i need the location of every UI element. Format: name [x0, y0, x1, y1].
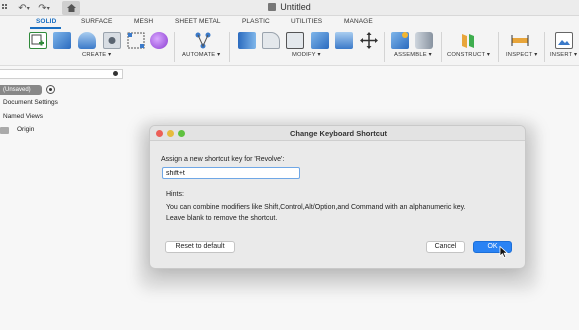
- browser-panel: (Unsaved) Document Settings Named Views …: [0, 66, 137, 146]
- tab-mesh[interactable]: MESH: [134, 18, 153, 25]
- tab-solid[interactable]: SOLID: [36, 18, 56, 25]
- move-copy-icon[interactable]: [360, 32, 378, 49]
- window-title: Untitled: [0, 2, 579, 12]
- dialog-titlebar[interactable]: Change Keyboard Shortcut: [150, 126, 525, 141]
- change-shortcut-dialog: Change Keyboard Shortcut Assign a new sh…: [149, 125, 526, 269]
- joint-icon[interactable]: [415, 32, 433, 49]
- active-document-radio-icon[interactable]: [46, 85, 55, 94]
- press-pull-icon[interactable]: [238, 32, 256, 49]
- top-bar: ↶ ▾ ↷ ▾ Untitled: [0, 0, 579, 16]
- modify-group-label[interactable]: MODIFY ▾: [292, 52, 321, 58]
- browser-options-icon[interactable]: [113, 71, 118, 76]
- hints-label: Hints:: [166, 191, 184, 198]
- ribbon: CREATE ▾ AUTOMATE ▾ MODIFY ▾ ASSEMBLE ▾ …: [0, 29, 579, 66]
- create-form-icon[interactable]: [150, 32, 168, 49]
- ribbon-separator: [544, 32, 545, 62]
- document-cube-icon: [268, 3, 277, 11]
- tab-utilities[interactable]: UTILITIES: [291, 18, 322, 25]
- new-component-icon[interactable]: [391, 32, 409, 49]
- ribbon-separator: [229, 32, 230, 62]
- tree-item-named-views[interactable]: Named Views: [3, 113, 43, 120]
- hint-text: You can combine modifiers like Shift,Con…: [166, 204, 466, 211]
- ribbon-separator: [174, 32, 175, 62]
- measure-icon[interactable]: [511, 32, 529, 49]
- new-sketch-icon[interactable]: [29, 32, 47, 49]
- construct-group-label[interactable]: CONSTRUCT ▾: [447, 52, 490, 58]
- fillet-icon[interactable]: [262, 32, 280, 49]
- folder-icon: [0, 127, 9, 134]
- combine-icon[interactable]: [311, 32, 329, 49]
- automate-icon[interactable]: [194, 32, 212, 49]
- cancel-button[interactable]: Cancel: [426, 241, 465, 253]
- tab-manage[interactable]: MANAGE: [344, 18, 373, 25]
- scale-icon[interactable]: [335, 32, 353, 49]
- ribbon-separator: [441, 32, 442, 62]
- offset-plane-icon[interactable]: [459, 32, 477, 49]
- tab-sheet-metal[interactable]: SHEET METAL: [175, 18, 221, 25]
- mouse-cursor-icon: [499, 246, 509, 258]
- ribbon-separator: [498, 32, 499, 62]
- pattern-icon[interactable]: [127, 32, 145, 49]
- shortcut-prompt: Assign a new shortcut key for 'Revolve':: [161, 156, 285, 163]
- revolve-icon[interactable]: [78, 32, 96, 49]
- dialog-title: Change Keyboard Shortcut: [289, 129, 388, 138]
- document-node[interactable]: (Unsaved): [0, 85, 42, 95]
- automate-group-label[interactable]: AUTOMATE ▾: [182, 52, 220, 58]
- toolbar-tabs: SOLID SURFACE MESH SHEET METAL PLASTIC U…: [0, 16, 579, 29]
- shortcut-input[interactable]: [162, 167, 300, 179]
- insert-image-icon[interactable]: [555, 32, 573, 49]
- tab-plastic[interactable]: PLASTIC: [242, 18, 270, 25]
- shell-icon[interactable]: [286, 32, 304, 49]
- app-window: ↶ ▾ ↷ ▾ Untitled SOLID SURFACE MESH SHEET …: [0, 0, 579, 330]
- insert-group-label[interactable]: INSERT ▾: [550, 52, 577, 58]
- reset-to-default-button[interactable]: Reset to default: [165, 241, 235, 253]
- tab-surface[interactable]: SURFACE: [81, 18, 112, 25]
- extrude-icon[interactable]: [53, 32, 71, 49]
- browser-header[interactable]: [0, 69, 123, 79]
- inspect-group-label[interactable]: INSPECT ▾: [506, 52, 537, 58]
- hint-text: Leave blank to remove the shortcut.: [166, 215, 278, 222]
- ribbon-separator: [384, 32, 385, 62]
- tree-item-origin[interactable]: Origin: [17, 126, 34, 133]
- assemble-group-label[interactable]: ASSEMBLE ▾: [394, 52, 432, 58]
- tree-item-document-settings[interactable]: Document Settings: [3, 99, 58, 106]
- hole-icon[interactable]: [103, 32, 121, 49]
- create-group-label[interactable]: CREATE ▾: [82, 52, 111, 58]
